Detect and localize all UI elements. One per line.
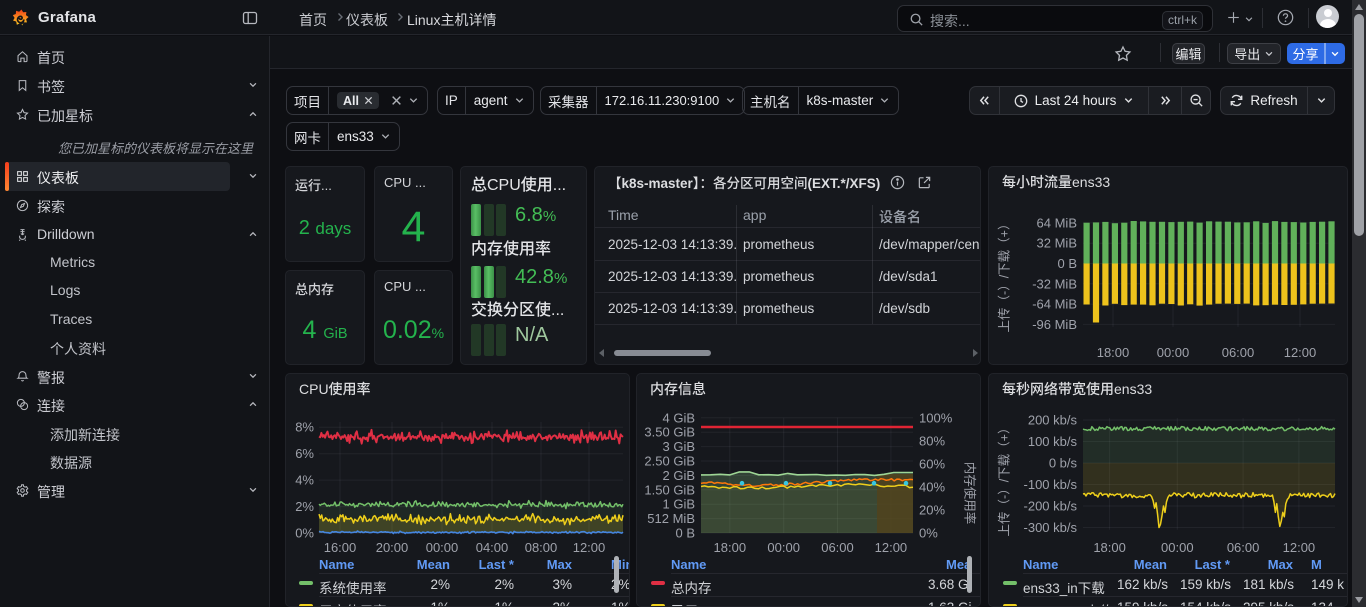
svg-text:100 kb/s: 100 kb/s	[1028, 434, 1078, 449]
svg-text:200 kb/s: 200 kb/s	[1028, 413, 1078, 428]
svg-text:0 B: 0 B	[1057, 256, 1077, 271]
svg-text:0%: 0%	[295, 526, 314, 541]
svg-text:12:00: 12:00	[1284, 345, 1317, 360]
svg-text:0 b/s: 0 b/s	[1049, 456, 1078, 471]
svg-text:80%: 80%	[919, 433, 945, 448]
svg-text:-100 kb/s: -100 kb/s	[1024, 477, 1078, 492]
svg-text:0%: 0%	[919, 526, 938, 541]
svg-text:0 B: 0 B	[675, 526, 695, 541]
svg-text:100%: 100%	[919, 410, 953, 425]
svg-text:40%: 40%	[919, 479, 945, 494]
svg-text:20%: 20%	[919, 503, 945, 518]
svg-text:18:00: 18:00	[714, 540, 747, 555]
svg-text:4 GiB: 4 GiB	[662, 410, 695, 425]
svg-text:60%: 60%	[919, 456, 945, 471]
svg-text:18:00: 18:00	[1097, 345, 1130, 360]
svg-text:-200 kb/s: -200 kb/s	[1024, 499, 1078, 514]
svg-text:06:00: 06:00	[1222, 345, 1255, 360]
svg-text:00:00: 00:00	[426, 540, 459, 555]
svg-text:2%: 2%	[295, 499, 314, 514]
svg-text:4%: 4%	[295, 473, 314, 488]
svg-text:-96 MiB: -96 MiB	[1032, 317, 1077, 332]
svg-text:04:00: 04:00	[476, 540, 509, 555]
svg-text:00:00: 00:00	[1157, 345, 1190, 360]
svg-text:1 GiB: 1 GiB	[662, 497, 695, 512]
svg-text:2.50 GiB: 2.50 GiB	[644, 454, 695, 469]
svg-text:06:00: 06:00	[821, 540, 854, 555]
svg-text:12:00: 12:00	[875, 540, 908, 555]
svg-text:08:00: 08:00	[525, 540, 558, 555]
svg-text:32 MiB: 32 MiB	[1037, 236, 1077, 251]
svg-text:06:00: 06:00	[1227, 540, 1260, 555]
svg-text:20:00: 20:00	[376, 540, 409, 555]
svg-text:00:00: 00:00	[767, 540, 800, 555]
svg-text:16:00: 16:00	[324, 540, 357, 555]
svg-text:8%: 8%	[295, 420, 314, 435]
svg-text:-300 kb/s: -300 kb/s	[1024, 520, 1078, 535]
svg-text:64 MiB: 64 MiB	[1037, 215, 1077, 230]
svg-text:-32 MiB: -32 MiB	[1032, 276, 1077, 291]
svg-text:3.50 GiB: 3.50 GiB	[644, 425, 695, 440]
svg-text:12:00: 12:00	[1283, 540, 1316, 555]
svg-text:2 GiB: 2 GiB	[662, 468, 695, 483]
svg-text:512 MiB: 512 MiB	[647, 511, 695, 526]
svg-text:00:00: 00:00	[1161, 540, 1194, 555]
svg-text:1.50 GiB: 1.50 GiB	[644, 482, 695, 497]
svg-text:-64 MiB: -64 MiB	[1032, 297, 1077, 312]
svg-text:3 GiB: 3 GiB	[662, 439, 695, 454]
svg-text:6%: 6%	[295, 446, 314, 461]
svg-text:12:00: 12:00	[573, 540, 606, 555]
svg-text:18:00: 18:00	[1093, 540, 1126, 555]
